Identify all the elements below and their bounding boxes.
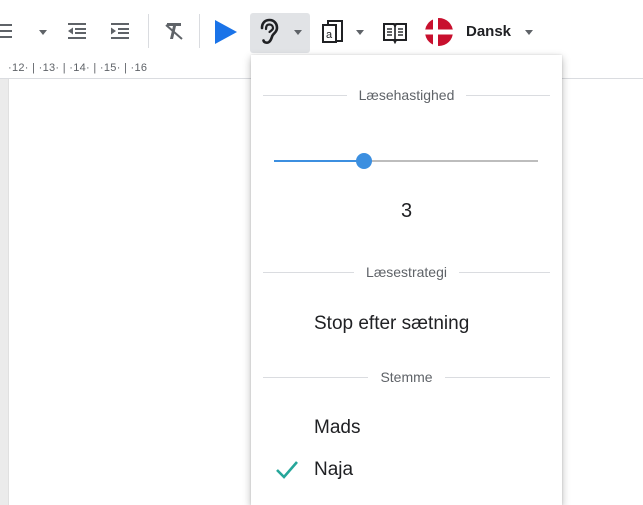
- list-dropdown-caret[interactable]: [39, 30, 47, 35]
- dictionary-icon: [383, 23, 407, 44]
- voice-header: Stemme: [263, 367, 550, 387]
- slider-thumb[interactable]: [355, 153, 372, 169]
- list-button[interactable]: [0, 20, 22, 42]
- reading-speed-value: 3: [400, 200, 413, 222]
- increase-indent-button[interactable]: [109, 20, 131, 42]
- divider-line: [263, 94, 347, 96]
- decrease-indent-icon: [68, 23, 86, 39]
- overlay-icon: a: [322, 20, 343, 43]
- divider-line: [263, 376, 369, 378]
- clear-formatting-icon: [165, 23, 183, 40]
- decrease-indent-button[interactable]: [66, 20, 88, 42]
- reading-strategy-header: Læsestrategi: [263, 262, 550, 282]
- reading-strategy-selected: Stop efter sætning: [314, 313, 470, 334]
- reading-settings-caret[interactable]: [294, 30, 302, 35]
- slider-fill: [274, 160, 364, 162]
- divider-line: [444, 376, 550, 378]
- overlay-caret[interactable]: [356, 30, 364, 35]
- reading-settings-panel: Læsehastighed 3 Læsestrategi Stop efter …: [251, 55, 562, 505]
- ear-icon: [257, 18, 281, 46]
- voice-option-naja[interactable]: Naja: [251, 452, 562, 488]
- reading-strategy-label: Læsestrategi: [366, 264, 447, 280]
- reading-strategy-option[interactable]: Stop efter sætning: [251, 306, 562, 342]
- toolbar-divider: [148, 14, 149, 48]
- voice-option-label: Mads: [314, 417, 361, 438]
- ruler-numbers: ·12· | ·13· | ·14· | ·15· | ·16: [8, 62, 148, 74]
- reading-speed-label: Læsehastighed: [358, 87, 455, 103]
- voice-label: Stemme: [380, 369, 433, 385]
- divider-line: [263, 271, 355, 273]
- voice-option-label: Naja: [314, 459, 354, 480]
- language-button[interactable]: [424, 17, 454, 47]
- toolbar-divider: [199, 14, 200, 48]
- checkmark-icon: [276, 461, 298, 479]
- reading-speed-slider[interactable]: [274, 151, 538, 171]
- divider-line: [466, 94, 550, 96]
- language-label[interactable]: Dansk: [466, 23, 511, 40]
- list-icon: [0, 24, 12, 38]
- play-icon: [215, 20, 237, 44]
- flag-denmark-icon: [425, 18, 453, 46]
- toolbar: a Dansk: [0, 0, 643, 59]
- svg-text:a: a: [326, 29, 333, 41]
- voice-option-mads[interactable]: Mads: [251, 410, 562, 446]
- overlay-button[interactable]: a: [321, 19, 345, 45]
- reading-speed-header: Læsehastighed: [263, 85, 550, 105]
- increase-indent-icon: [111, 23, 129, 39]
- divider-line: [458, 271, 550, 273]
- play-button[interactable]: [212, 19, 238, 45]
- language-caret[interactable]: [525, 30, 533, 35]
- clear-formatting-button[interactable]: [163, 20, 185, 42]
- dictionary-button[interactable]: [382, 20, 408, 44]
